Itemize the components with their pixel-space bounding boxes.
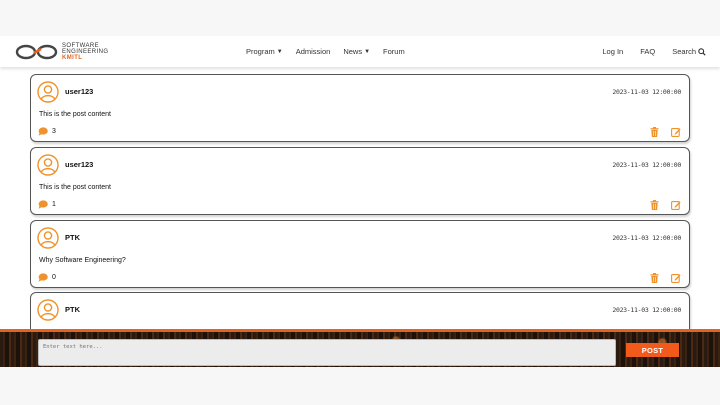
faq-link[interactable]: FAQ xyxy=(640,47,655,56)
forum-post[interactable]: user123 2023-11-03 12:00:00 This is the … xyxy=(30,74,690,142)
trash-icon[interactable] xyxy=(650,127,659,137)
comment-icon xyxy=(38,273,48,282)
login-link[interactable]: Log In xyxy=(602,47,623,56)
search-icon xyxy=(698,47,706,56)
nav-item-forum[interactable]: Forum xyxy=(383,47,405,56)
post-username[interactable]: PTK xyxy=(65,233,80,242)
nav-item-label: News xyxy=(343,47,363,56)
caret-down-icon: ▼ xyxy=(276,48,283,55)
trash-icon[interactable] xyxy=(650,273,659,283)
comment-icon xyxy=(38,127,48,136)
page-viewport: SOFTWARE ENGINEERING KMITL Program ▼ Adm… xyxy=(0,36,720,367)
post-text-input[interactable] xyxy=(38,339,616,366)
post-username[interactable]: user123 xyxy=(65,87,93,96)
top-navbar: SOFTWARE ENGINEERING KMITL Program ▼ Adm… xyxy=(0,36,720,67)
post-content: This is the post content xyxy=(39,111,111,118)
nav-item-news[interactable]: News ▼ xyxy=(343,47,370,56)
brand-line-3: KMITL xyxy=(62,55,83,61)
user-circle-icon[interactable] xyxy=(37,299,59,321)
search-label: Search xyxy=(672,47,696,56)
post-timestamp: 2023-11-03 12:00:00 xyxy=(612,161,681,169)
forum-post[interactable]: PTK 2023-11-03 12:00:00 Why Software Eng… xyxy=(30,220,690,288)
comment-count: 3 xyxy=(52,128,56,135)
user-circle-icon[interactable] xyxy=(37,227,59,249)
nav-item-label: Program xyxy=(246,47,275,56)
forum-post[interactable]: user123 2023-11-03 12:00:00 This is the … xyxy=(30,147,690,215)
edit-icon[interactable] xyxy=(671,200,681,210)
post-username[interactable]: PTK xyxy=(65,305,80,314)
brand-logo[interactable]: SOFTWARE ENGINEERING KMITL xyxy=(14,43,108,61)
search-link[interactable]: Search xyxy=(672,47,706,56)
comment-count: 0 xyxy=(52,274,56,281)
main-nav: Program ▼ Admission News ▼ Forum xyxy=(246,36,405,67)
post-button[interactable]: POST xyxy=(626,343,679,357)
post-timestamp: 2023-11-03 12:00:00 xyxy=(612,234,681,242)
comment-icon xyxy=(38,200,48,209)
post-content: This is the post content xyxy=(39,184,111,191)
edit-icon[interactable] xyxy=(671,273,681,283)
trash-icon[interactable] xyxy=(650,200,659,210)
comment-button[interactable]: 3 xyxy=(38,127,56,136)
user-circle-icon[interactable] xyxy=(37,154,59,176)
comment-count: 1 xyxy=(52,201,56,208)
nav-item-label: Admission xyxy=(295,47,331,56)
comment-button[interactable]: 1 xyxy=(38,200,56,209)
post-content: Why Software Engineering? xyxy=(39,257,126,264)
nav-right: Log In FAQ Search xyxy=(602,36,706,67)
nav-item-label: Forum xyxy=(383,47,405,56)
user-circle-icon[interactable] xyxy=(37,81,59,103)
nav-item-program[interactable]: Program ▼ xyxy=(246,47,283,56)
post-timestamp: 2023-11-03 12:00:00 xyxy=(612,306,681,314)
edit-icon[interactable] xyxy=(671,127,681,137)
post-timestamp: 2023-11-03 12:00:00 xyxy=(612,88,681,96)
compose-bar: POST xyxy=(0,329,720,367)
caret-down-icon: ▼ xyxy=(364,48,371,55)
logo-infinity-icon xyxy=(15,44,58,60)
post-username[interactable]: user123 xyxy=(65,160,93,169)
comment-button[interactable]: 0 xyxy=(38,273,56,282)
nav-item-admission[interactable]: Admission xyxy=(296,47,331,56)
brand-text: SOFTWARE ENGINEERING KMITL xyxy=(62,43,108,61)
